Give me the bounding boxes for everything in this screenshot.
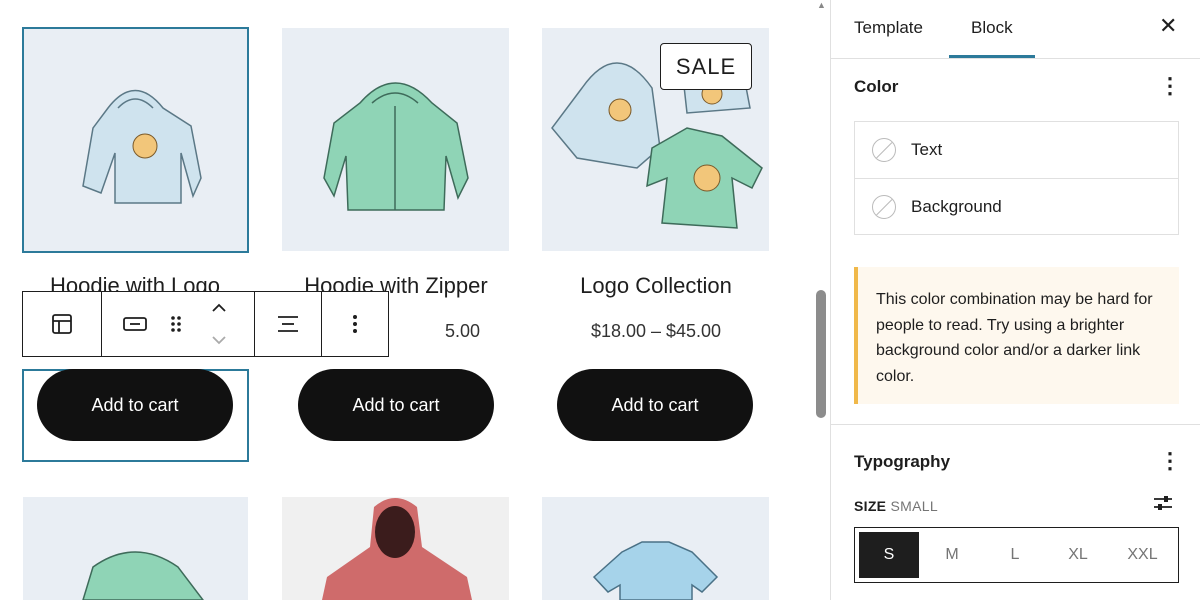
more-options-button[interactable] [322, 292, 388, 356]
tab-template[interactable]: Template [854, 18, 923, 38]
drag-handle-icon [171, 316, 181, 332]
drag-handle[interactable] [161, 292, 191, 356]
typography-panel-title[interactable]: Typography [854, 452, 950, 472]
block-type-button[interactable] [113, 292, 157, 356]
zip-hoodie-illustration [323, 82, 469, 211]
product-image-polo[interactable] [542, 497, 769, 600]
typography-options-icon[interactable]: ⋮ [1159, 450, 1181, 472]
move-down-icon [212, 336, 226, 345]
justify-button[interactable] [255, 292, 321, 356]
font-size-label: SIZE SMALL [854, 498, 938, 514]
editor-canvas[interactable]: SALE Hoodie with Logo Hoodie with Zipper… [0, 0, 812, 600]
product-title-logo-collection[interactable]: Logo Collection [541, 273, 771, 299]
color-panel-title[interactable]: Color [854, 77, 898, 97]
color-item-background[interactable]: Background [855, 179, 1178, 235]
polo-illustration [592, 541, 719, 600]
color-item-label: Text [911, 140, 943, 159]
color-item-label: Background [911, 197, 1002, 216]
font-size-picker: S M L XL XXL [854, 527, 1179, 583]
empty-swatch-icon [872, 138, 896, 162]
product-price-logo-collection: $18.00 – $45.00 [590, 321, 722, 341]
contrast-warning-notice: This color combination may be hard for p… [854, 267, 1179, 404]
empty-swatch-icon [872, 195, 896, 219]
sweater-illustration [82, 551, 204, 600]
add-to-cart-button[interactable]: Add to cart [298, 369, 494, 441]
typography-settings-icon[interactable] [1152, 492, 1174, 519]
product-image-red-hoodie[interactable] [282, 497, 509, 600]
more-options-icon [353, 315, 357, 333]
justify-icon [278, 316, 298, 332]
font-size-option-m[interactable]: M [922, 532, 982, 578]
color-settings-list: Text Background [854, 121, 1179, 235]
tab-block[interactable]: Block [971, 18, 1013, 38]
layout-icon [52, 314, 72, 334]
font-size-option-s[interactable]: S [859, 532, 919, 578]
button-block-icon [123, 317, 147, 331]
move-up-button[interactable] [201, 292, 237, 324]
sidebar-tabs: Template Block ✕ [831, 0, 1200, 59]
panel-divider [831, 424, 1200, 425]
add-to-cart-button[interactable]: Add to cart [37, 369, 233, 441]
canvas-scrollbar[interactable]: ▲ [812, 0, 830, 600]
move-up-icon [212, 303, 226, 312]
color-item-text[interactable]: Text [855, 122, 1178, 179]
font-size-option-xxl[interactable]: XXL [1111, 532, 1174, 578]
product-image-sweater[interactable] [23, 497, 248, 600]
font-size-option-xl[interactable]: XL [1048, 532, 1108, 578]
font-size-option-l[interactable]: L [985, 532, 1045, 578]
size-label-text: SIZE [854, 498, 887, 514]
selected-image-outline [22, 27, 249, 253]
active-tab-indicator [949, 55, 1035, 58]
color-options-icon[interactable]: ⋮ [1159, 75, 1181, 97]
settings-sidebar: Template Block ✕ Color ⋮ Text Background… [830, 0, 1200, 600]
scroll-up-icon[interactable]: ▲ [817, 0, 826, 10]
parent-block-button[interactable] [23, 292, 101, 356]
red-hoodie-photo [322, 498, 472, 600]
block-toolbar [22, 291, 389, 357]
sale-badge: SALE [660, 43, 752, 90]
close-icon[interactable]: ✕ [1159, 14, 1177, 38]
size-value-text: SMALL [890, 498, 938, 514]
toolbar-divider [101, 292, 102, 356]
scrollbar-thumb[interactable] [816, 290, 826, 418]
product-image-hoodie-with-zipper[interactable] [282, 28, 509, 251]
move-down-button[interactable] [201, 324, 237, 356]
add-to-cart-button[interactable]: Add to cart [557, 369, 753, 441]
